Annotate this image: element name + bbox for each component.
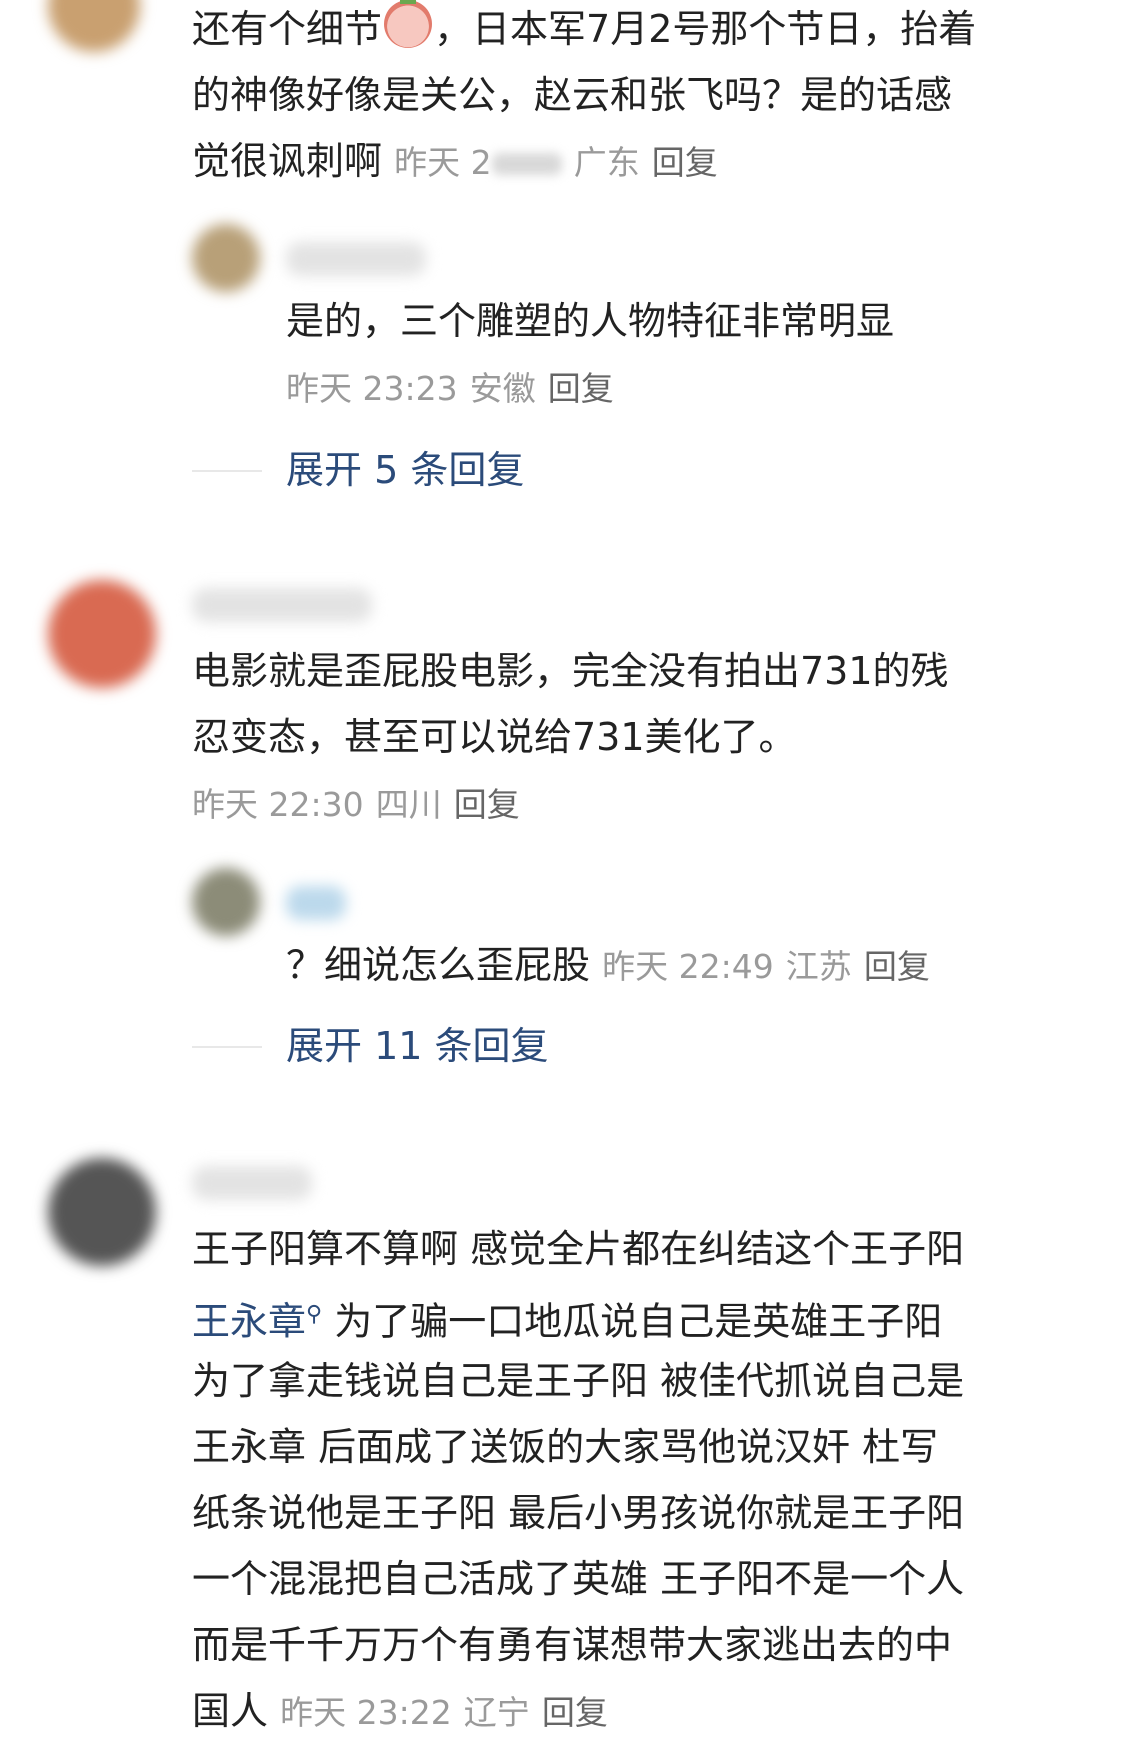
- comment-text-line: 的神像好像是关公，赵云和张飞吗？是的话感: [192, 73, 953, 117]
- comment-location: 四川: [375, 785, 442, 824]
- commenter-username[interactable]: [192, 1166, 312, 1200]
- reply-button[interactable]: 回复: [542, 1693, 608, 1732]
- comment-time: 昨天 23:22: [280, 1693, 452, 1732]
- comment-text-line: 还有个细节: [192, 7, 383, 51]
- comment-text-line: 而是千千万万个有勇有谋想带大家逃出去的中: [192, 1623, 953, 1667]
- comment-time: 昨天 2: [394, 143, 492, 182]
- comment-text-line: 忍变态，甚至可以说给731美化了。: [192, 715, 797, 759]
- comment-meta: 昨天 22:30 四川 回复: [192, 770, 520, 838]
- search-lens-icon[interactable]: ⚲: [306, 1302, 322, 1327]
- comment-text-line: 觉很讽刺啊: [192, 139, 383, 183]
- commenter-username[interactable]: [192, 588, 372, 622]
- comment-last-line: 觉很讽刺啊 昨天 2 广东 回复: [192, 128, 718, 196]
- reply-username[interactable]: [286, 242, 426, 276]
- reply-text: ？细说怎么歪屁股: [286, 943, 591, 987]
- topic-link[interactable]: 王永章: [192, 1300, 306, 1344]
- reply-meta: 昨天 23:23 安徽 回复: [286, 354, 614, 422]
- comment-text-line: 电影就是歪屁股电影，完全没有拍出731的残: [192, 649, 949, 693]
- reply-avatar[interactable]: [192, 868, 260, 936]
- reply-text: 是的，三个雕塑的人物特征非常明显: [286, 299, 895, 343]
- comment-text-line: 为了拿走钱说自己是王子阳 被佳代抓说自己是: [192, 1359, 965, 1403]
- reply-button[interactable]: 回复: [864, 947, 930, 986]
- reply-time: 昨天 23:23: [286, 369, 458, 408]
- comment-text-line: 为了骗一口地瓜说自己是英雄王子阳: [334, 1299, 943, 1344]
- commenter-avatar[interactable]: [48, 0, 140, 52]
- comment-text-line: 一个混混把自己活成了英雄 王子阳不是一个人: [192, 1557, 965, 1601]
- comment-text-line: 王子阳算不算啊 感觉全片都在纠结这个王子阳: [192, 1227, 965, 1271]
- comment-text-line: 国人: [192, 1689, 269, 1733]
- comment-text-line: 纸条说他是王子阳 最后小男孩说你就是王子阳: [192, 1491, 965, 1535]
- reply-location: 安徽: [469, 369, 536, 408]
- commenter-avatar[interactable]: [48, 1158, 156, 1266]
- expand-replies-button[interactable]: 展开 11 条回复: [286, 1021, 549, 1071]
- reply-button[interactable]: 回复: [548, 369, 614, 408]
- smiling-radish-emoji-icon: [384, 0, 433, 48]
- reply-time: 昨天 22:49: [602, 947, 774, 986]
- comment-text-line: 王永章 后面成了送饭的大家骂他说汉奸 杜写: [192, 1425, 939, 1469]
- reply-button[interactable]: 回复: [454, 785, 520, 824]
- blurred-time: [491, 152, 562, 175]
- reply-button[interactable]: 回复: [652, 143, 718, 182]
- commenter-avatar[interactable]: [48, 580, 156, 688]
- comment-location: 辽宁: [463, 1693, 530, 1732]
- reply-username[interactable]: [286, 886, 346, 920]
- reply-line: ？细说怎么歪屁股 昨天 22:49 江苏 回复: [286, 932, 930, 1000]
- comment-last-line: 国人 昨天 23:22 辽宁 回复: [192, 1678, 608, 1746]
- expand-replies-button[interactable]: 展开 5 条回复: [286, 445, 524, 495]
- comment-time: 昨天 22:30: [192, 785, 364, 824]
- reply-avatar[interactable]: [192, 224, 260, 292]
- comment-text: 还有个细节 ，日本军7月2号那个节日，抬着: [192, 0, 976, 62]
- comment-location: 广东: [573, 143, 640, 182]
- expand-divider: [192, 470, 262, 472]
- comment-text-line-with-link: 王永章⚲ 为了骗一口地瓜说自己是英雄王子阳: [192, 1282, 942, 1355]
- reply-location: 江苏: [785, 947, 852, 986]
- comment-text-line: ，日本军7月2号那个节日，抬着: [434, 7, 977, 51]
- expand-divider: [192, 1046, 262, 1048]
